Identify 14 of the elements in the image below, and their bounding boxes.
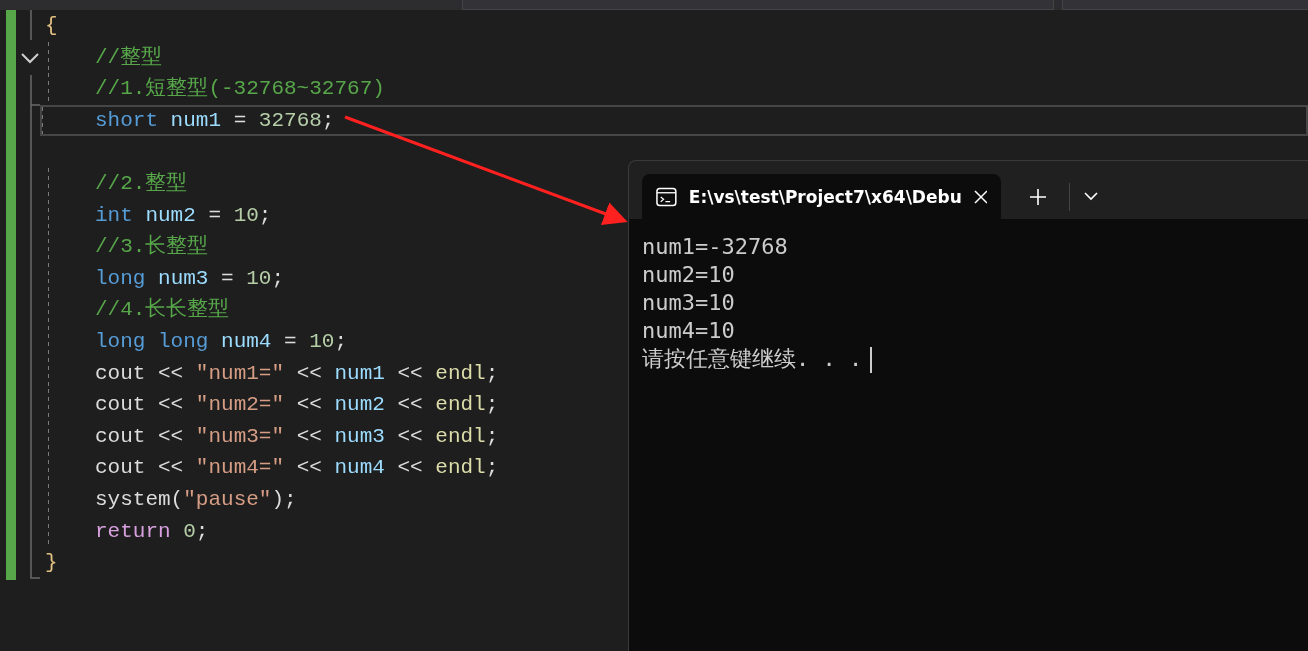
console-icon — [656, 186, 677, 207]
new-tab-icon[interactable] — [1029, 187, 1047, 206]
close-icon[interactable] — [973, 189, 987, 204]
dropdown-icon[interactable] — [1084, 192, 1098, 201]
output-line: 请按任意键继续. . . — [642, 346, 863, 371]
text-cursor — [870, 347, 872, 373]
output-line: num3=10 — [642, 290, 735, 315]
terminal-tab[interactable]: E:\vs\test\Project7\x64\Debu — [642, 174, 1001, 219]
output-line: num4=10 — [642, 318, 735, 343]
code-line: { — [45, 13, 59, 39]
output-line: num2=10 — [642, 262, 735, 287]
code-line: } — [45, 550, 59, 577]
output-line: num1=-32768 — [642, 234, 788, 259]
chevron-icon[interactable] — [21, 53, 39, 64]
